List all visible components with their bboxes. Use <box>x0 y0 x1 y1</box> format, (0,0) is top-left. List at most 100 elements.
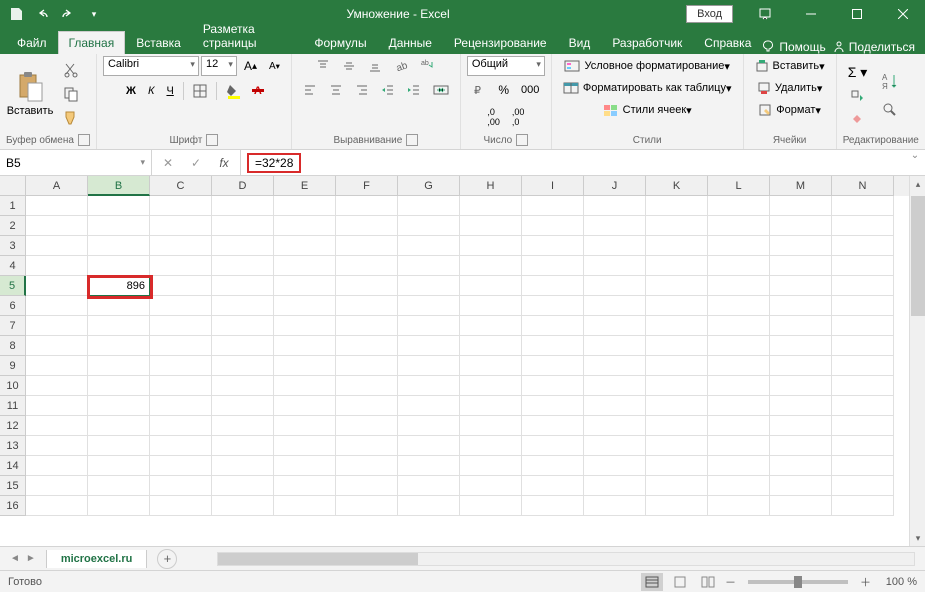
column-header[interactable]: D <box>212 176 274 196</box>
cell[interactable] <box>770 376 832 396</box>
cell[interactable] <box>584 456 646 476</box>
format-painter-icon[interactable] <box>58 107 84 129</box>
alignment-launcher[interactable] <box>406 134 418 146</box>
cell[interactable] <box>398 336 460 356</box>
formula-input[interactable]: =32*28 <box>241 150 905 175</box>
cell[interactable] <box>212 476 274 496</box>
delete-cells-button[interactable]: Удалить ▾ <box>752 78 828 98</box>
cell[interactable] <box>212 196 274 216</box>
scroll-up-icon[interactable]: ▴ <box>910 176 925 192</box>
cell[interactable] <box>770 356 832 376</box>
cell[interactable] <box>212 376 274 396</box>
sheet-nav-next-icon[interactable]: ► <box>26 553 36 564</box>
cell[interactable] <box>460 496 522 516</box>
cell[interactable] <box>150 476 212 496</box>
border-icon[interactable] <box>188 81 212 101</box>
cell[interactable] <box>26 456 88 476</box>
cell[interactable] <box>646 276 708 296</box>
cell[interactable] <box>336 396 398 416</box>
cell[interactable] <box>646 316 708 336</box>
cell[interactable] <box>584 356 646 376</box>
zoom-in-icon[interactable]: ＋ <box>860 574 871 590</box>
cell[interactable] <box>770 496 832 516</box>
cell[interactable] <box>584 376 646 396</box>
cell[interactable] <box>646 396 708 416</box>
find-select-icon[interactable] <box>876 98 904 122</box>
cell[interactable] <box>336 276 398 296</box>
tab-help[interactable]: Справка <box>693 31 762 54</box>
zoom-slider[interactable] <box>748 580 848 584</box>
horizontal-scrollbar[interactable] <box>217 552 915 566</box>
cell[interactable] <box>212 416 274 436</box>
cell[interactable] <box>770 456 832 476</box>
cell[interactable] <box>522 296 584 316</box>
cell[interactable] <box>832 296 894 316</box>
cell[interactable] <box>708 456 770 476</box>
cell[interactable] <box>398 216 460 236</box>
maximize-icon[interactable] <box>835 0 879 28</box>
cell[interactable] <box>150 436 212 456</box>
cell[interactable] <box>150 196 212 216</box>
cell[interactable] <box>88 336 150 356</box>
cell[interactable] <box>708 296 770 316</box>
number-format-combo[interactable]: Общий <box>467 56 545 76</box>
cell[interactable] <box>336 376 398 396</box>
cell[interactable] <box>336 356 398 376</box>
cell[interactable] <box>770 196 832 216</box>
row-header[interactable]: 4 <box>0 256 26 276</box>
cell[interactable] <box>770 216 832 236</box>
cell[interactable] <box>832 356 894 376</box>
cell[interactable] <box>274 256 336 276</box>
cell[interactable] <box>88 196 150 216</box>
cell[interactable] <box>770 436 832 456</box>
cell[interactable] <box>770 416 832 436</box>
cell[interactable] <box>88 256 150 276</box>
cell[interactable] <box>336 256 398 276</box>
cell[interactable] <box>770 276 832 296</box>
qat-customize-icon[interactable]: ▾ <box>82 2 106 26</box>
cell[interactable] <box>584 296 646 316</box>
tab-page-layout[interactable]: Разметка страницы <box>192 17 304 54</box>
orientation-icon[interactable]: ab <box>389 56 413 76</box>
row-header[interactable]: 10 <box>0 376 26 396</box>
font-size-combo[interactable]: 12 <box>201 56 237 76</box>
sheet-nav-prev-icon[interactable]: ◄ <box>10 553 20 564</box>
cell[interactable] <box>274 376 336 396</box>
cell[interactable]: 896 <box>88 276 150 296</box>
row-header[interactable]: 13 <box>0 436 26 456</box>
cell[interactable] <box>646 496 708 516</box>
cell[interactable] <box>708 316 770 336</box>
cell[interactable] <box>708 416 770 436</box>
hscroll-thumb[interactable] <box>218 553 418 565</box>
cell[interactable] <box>88 316 150 336</box>
paste-button[interactable]: Вставить <box>6 61 54 127</box>
save-icon[interactable] <box>4 2 28 26</box>
cell[interactable] <box>88 476 150 496</box>
cell[interactable] <box>646 196 708 216</box>
autosum-icon[interactable]: Σ ▾ <box>843 61 873 84</box>
fill-icon[interactable] <box>843 86 873 106</box>
cell[interactable] <box>274 356 336 376</box>
cell[interactable] <box>646 356 708 376</box>
cell[interactable] <box>460 376 522 396</box>
cell[interactable] <box>336 316 398 336</box>
cell[interactable] <box>522 476 584 496</box>
cell[interactable] <box>584 476 646 496</box>
cell[interactable] <box>212 296 274 316</box>
cell[interactable] <box>274 296 336 316</box>
cell[interactable] <box>88 456 150 476</box>
cell[interactable] <box>708 476 770 496</box>
column-header[interactable]: E <box>274 176 336 196</box>
cell[interactable] <box>460 256 522 276</box>
cell[interactable] <box>26 296 88 316</box>
cell[interactable] <box>398 396 460 416</box>
vscroll-thumb[interactable] <box>911 196 925 316</box>
cell[interactable] <box>398 436 460 456</box>
cell[interactable] <box>832 256 894 276</box>
cell[interactable] <box>584 396 646 416</box>
cell[interactable] <box>460 296 522 316</box>
cell[interactable] <box>274 236 336 256</box>
sheet-tab-active[interactable]: microexcel.ru <box>46 550 148 568</box>
cell[interactable] <box>150 316 212 336</box>
font-color-icon[interactable]: A <box>249 82 267 100</box>
